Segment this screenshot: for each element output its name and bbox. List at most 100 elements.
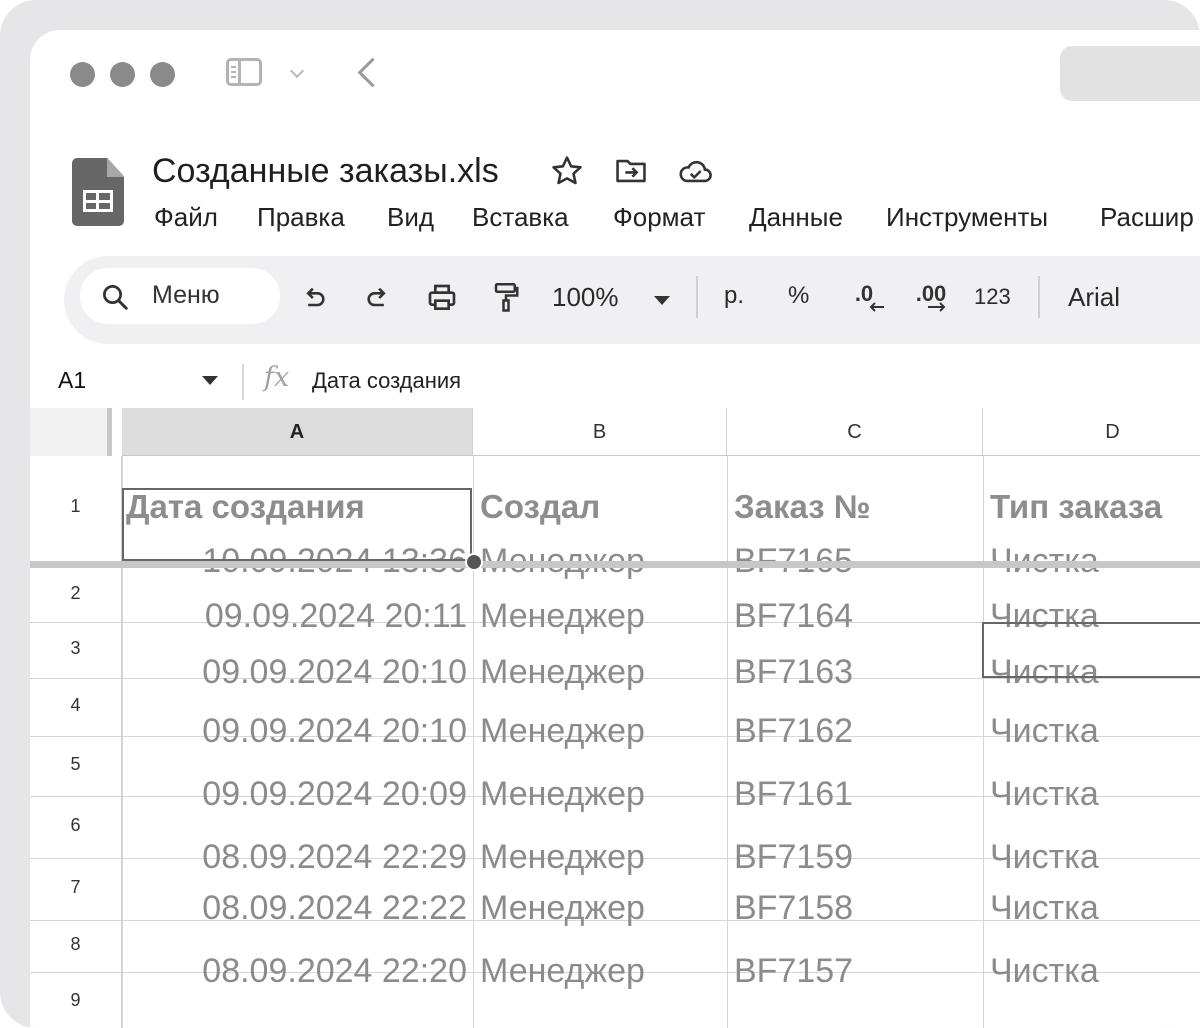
toolbar: Меню 100% р. % .0 .00 123 Arial [64, 256, 1200, 344]
column-header-c[interactable]: C [727, 408, 983, 456]
name-box[interactable]: A1 [58, 367, 86, 394]
column-line [473, 456, 474, 1028]
chevron-down-icon[interactable] [202, 376, 218, 385]
data-cell[interactable]: Чистка [990, 712, 1099, 751]
data-cell[interactable]: Менеджер [480, 889, 645, 928]
row-header[interactable]: 4 [30, 678, 122, 736]
menu-edit[interactable]: Правка [257, 202, 345, 233]
folder-move-icon[interactable] [614, 154, 648, 188]
data-cell[interactable]: 08.09.2024 22:29 [202, 838, 467, 877]
fill-handle[interactable] [465, 553, 483, 571]
row-header[interactable]: 3 [30, 622, 122, 678]
menu-data[interactable]: Данные [749, 202, 843, 233]
data-cell[interactable]: Менеджер [480, 712, 645, 751]
data-cell[interactable]: Менеджер [480, 653, 645, 692]
data-cell[interactable]: 09.09.2024 20:10 [202, 712, 467, 751]
chevron-down-icon[interactable] [289, 63, 305, 79]
fx-icon: fx [264, 362, 290, 393]
minimize-window-button[interactable] [110, 62, 135, 87]
redo-icon [367, 287, 386, 307]
menu-insert[interactable]: Вставка [472, 202, 569, 233]
formula-input[interactable]: Дата создания [312, 368, 461, 394]
decrease-decimals-button[interactable]: .0 [842, 278, 886, 318]
row-header[interactable]: 6 [30, 796, 122, 858]
device-frame: Созданные заказы.xls Файл Правка Вид Вст… [0, 0, 1200, 1028]
percent-format-button[interactable]: % [788, 282, 809, 310]
chevron-down-icon[interactable] [654, 296, 670, 305]
data-cell[interactable]: Чистка [990, 952, 1099, 991]
header-cell[interactable]: Тип заказа [990, 488, 1162, 526]
header-cell[interactable]: Заказ № [734, 488, 871, 526]
select-all-corner[interactable] [30, 408, 112, 456]
sidebar-toggle-icon[interactable] [226, 58, 262, 86]
back-icon[interactable] [357, 57, 388, 88]
print-icon [428, 284, 456, 310]
data-cell[interactable]: Менеджер [480, 952, 645, 991]
menu-file[interactable]: Файл [154, 202, 218, 233]
row-header[interactable]: 5 [30, 736, 122, 796]
data-cell[interactable]: BF7161 [734, 775, 853, 814]
column-header-b[interactable]: B [473, 408, 727, 456]
column-line [983, 456, 984, 1028]
data-cell[interactable]: Чистка [990, 838, 1099, 877]
address-bar[interactable] [1060, 46, 1200, 101]
data-cell[interactable]: 09.09.2024 20:09 [202, 775, 467, 814]
toolbar-divider [696, 276, 698, 318]
star-icon[interactable] [550, 154, 584, 188]
data-cell[interactable]: BF7157 [734, 952, 853, 991]
menu-search[interactable]: Меню [80, 268, 280, 324]
row-header[interactable]: 7 [30, 858, 122, 920]
formula-divider [242, 364, 244, 400]
data-cell[interactable]: Менеджер [480, 775, 645, 814]
redo-button[interactable] [358, 278, 398, 318]
undo-icon [306, 287, 325, 307]
cloud-saved-icon[interactable] [676, 154, 714, 188]
column-line [727, 456, 728, 1028]
spreadsheet-grid: A B C D 1 Дата создания Создал Заказ № Тип з… [30, 408, 1200, 1028]
font-select[interactable]: Arial [1068, 282, 1120, 313]
selected-cell-a1[interactable] [122, 488, 472, 561]
number-format-button[interactable]: 123 [974, 284, 1011, 310]
print-button[interactable] [420, 278, 464, 318]
arrow-left-icon [869, 302, 884, 312]
menu-format[interactable]: Формат [613, 202, 705, 233]
menu-view[interactable]: Вид [387, 202, 434, 233]
zoom-select[interactable]: 100% [552, 282, 619, 313]
header-cell[interactable]: Создал [480, 488, 600, 526]
sheets-logo-icon[interactable] [72, 158, 124, 226]
data-cell[interactable]: BF7162 [734, 712, 853, 751]
column-header-d[interactable]: D [983, 408, 1200, 456]
close-window-button[interactable] [70, 62, 95, 87]
browser-window: Созданные заказы.xls Файл Правка Вид Вст… [30, 30, 1200, 1028]
column-header-a[interactable]: A [122, 408, 473, 456]
increase-decimals-button[interactable]: .00 [906, 278, 956, 318]
row-header[interactable]: 2 [30, 568, 122, 622]
data-cell[interactable]: Чистка [990, 775, 1099, 814]
data-cell[interactable]: BF7158 [734, 889, 853, 928]
data-cell[interactable]: 08.09.2024 22:22 [202, 889, 467, 928]
maximize-window-button[interactable] [150, 62, 175, 87]
row-header[interactable]: 1 [30, 456, 122, 561]
data-cell[interactable]: 09.09.2024 20:10 [202, 653, 467, 692]
data-cell[interactable]: 09.09.2024 20:11 [205, 597, 467, 636]
highlighted-cell-d3[interactable] [982, 622, 1200, 678]
data-cell[interactable]: BF7164 [734, 597, 853, 636]
frozen-row-divider[interactable] [30, 561, 1200, 568]
data-cell[interactable]: Менеджер [480, 597, 645, 636]
data-cell[interactable]: 08.09.2024 22:20 [202, 952, 467, 991]
menu-extensions[interactable]: Расшир [1100, 202, 1194, 233]
row-header[interactable]: 9 [30, 972, 122, 1028]
data-cell[interactable]: BF7163 [734, 653, 853, 692]
paint-format-button[interactable] [484, 278, 528, 318]
undo-button[interactable] [294, 278, 334, 318]
menu-search-label: Меню [152, 281, 220, 309]
menu-tools[interactable]: Инструменты [886, 202, 1048, 233]
document-title[interactable]: Созданные заказы.xls [152, 152, 499, 191]
data-cell[interactable]: Менеджер [480, 838, 645, 877]
arrow-right-icon [928, 302, 946, 312]
toolbar-divider [1038, 276, 1040, 318]
row-header[interactable]: 8 [30, 920, 122, 972]
currency-format-button[interactable]: р. [724, 282, 744, 310]
data-cell[interactable]: BF7159 [734, 838, 853, 877]
data-cell[interactable]: Чистка [990, 889, 1099, 928]
